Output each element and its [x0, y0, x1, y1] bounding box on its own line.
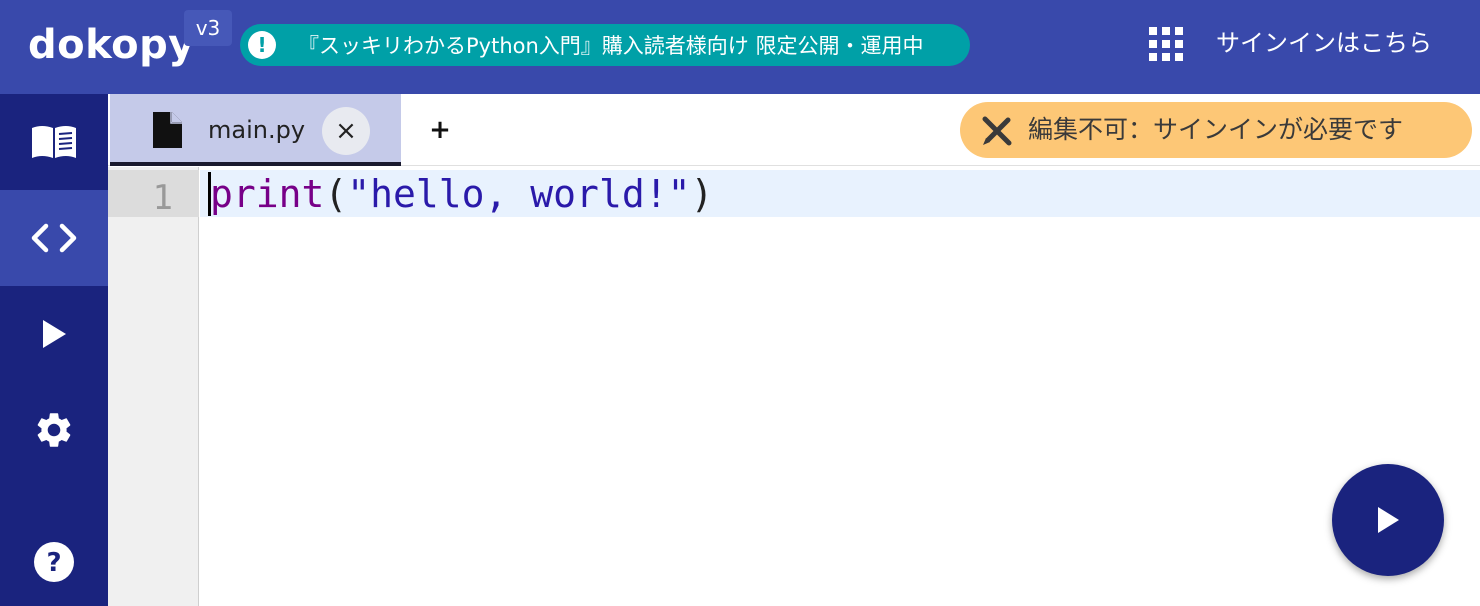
code-token-function: print: [210, 172, 325, 216]
notice-text: 『スッキリわかるPython入門』購入読者様向け 限定公開・運用中: [298, 34, 924, 58]
edit-off-icon: [982, 116, 1012, 146]
code-token-paren-close: ): [690, 172, 714, 216]
sidebar-item-help[interactable]: ?: [0, 514, 108, 606]
brand-logo[interactable]: dokopy: [28, 20, 195, 70]
code-token-paren-open: (: [324, 172, 348, 216]
tab-label: main.py: [208, 116, 306, 144]
add-tab-button[interactable]: +: [418, 110, 462, 150]
file-icon: [153, 111, 183, 148]
tab-close-button[interactable]: ×: [322, 107, 370, 155]
svg-text:?: ?: [46, 548, 61, 578]
play-icon: [1378, 507, 1399, 533]
help-icon: ?: [34, 542, 74, 582]
code-line[interactable]: print("hello, world!"): [210, 174, 713, 214]
notice-banner: ! 『スッキリわかるPython入門』購入読者様向け 限定公開・運用中: [240, 24, 970, 66]
line-number-gutter: 1: [108, 167, 199, 606]
tab-main-py[interactable]: main.py ×: [110, 94, 401, 166]
readonly-text: 編集不可：サインインが必要です: [1028, 115, 1404, 144]
gear-icon: [37, 413, 71, 447]
readonly-status-badge: 編集不可：サインインが必要です: [960, 102, 1472, 158]
apps-grid-icon[interactable]: [1149, 27, 1183, 61]
code-token-string: "hello, world!": [347, 172, 691, 216]
top-bar: dokopy v3 ! 『スッキリわかるPython入門』購入読者様向け 限定公…: [0, 0, 1480, 94]
run-button[interactable]: [1332, 464, 1444, 576]
line-number: 1: [152, 178, 173, 218]
sidebar-item-run[interactable]: [0, 286, 108, 382]
sidebar-item-book[interactable]: [0, 94, 108, 190]
sidebar: ?: [0, 94, 108, 606]
sidebar-item-settings[interactable]: [0, 382, 108, 478]
alert-icon: !: [248, 31, 276, 59]
sidebar-item-code[interactable]: [0, 190, 108, 286]
signin-link[interactable]: サインインはこちら: [1216, 26, 1432, 60]
active-line-gutter: 1: [108, 170, 199, 218]
tab-bar: main.py × + 編集不可：サインインが必要です: [108, 94, 1480, 166]
version-badge: v3: [184, 10, 232, 46]
play-icon: [43, 320, 66, 348]
book-icon: [32, 126, 76, 158]
code-editor[interactable]: 1 print("hello, world!"): [108, 167, 1480, 606]
code-icon: [31, 223, 77, 253]
